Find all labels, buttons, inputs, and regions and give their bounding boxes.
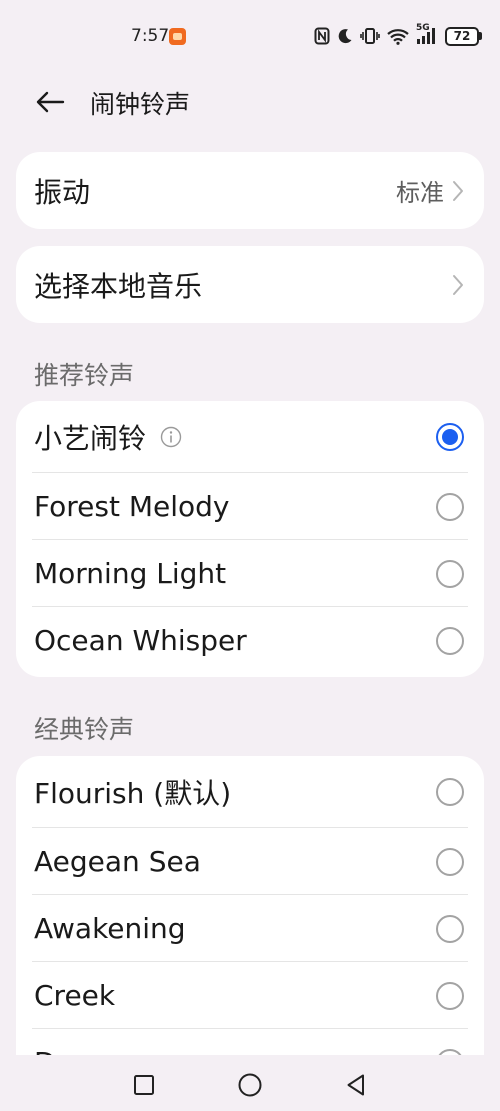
ringtone-item-ocean-whisper[interactable]: Ocean Whisper bbox=[16, 607, 484, 674]
status-time: 7:57 bbox=[131, 26, 170, 46]
ringtone-label: 小艺闹铃 bbox=[34, 422, 147, 455]
screen: 7:57 5G 72 闹钟铃声 振动 标准 选择本地音乐 推荐铃声 小艺闹铃 F… bbox=[0, 0, 500, 1111]
radio-selected[interactable] bbox=[436, 423, 464, 451]
recommended-list: 小艺闹铃 Forest Melody Morning Light Ocean W… bbox=[16, 401, 484, 677]
ringtone-item-aegean-sea[interactable]: Aegean Sea bbox=[16, 828, 484, 895]
ringtone-item-forest-melody[interactable]: Forest Melody bbox=[16, 473, 484, 540]
battery-level: 72 bbox=[445, 26, 479, 46]
battery-icon: 72 bbox=[445, 26, 482, 46]
classic-section-title: 经典铃声 bbox=[34, 715, 135, 744]
local-music-label: 选择本地音乐 bbox=[34, 269, 203, 303]
ringtone-label: Aegean Sea bbox=[34, 845, 201, 878]
vibration-card[interactable]: 振动 标准 bbox=[16, 152, 484, 229]
radio-unselected[interactable] bbox=[436, 981, 464, 1010]
navigation-bar bbox=[0, 1055, 500, 1111]
back-nav-button[interactable] bbox=[342, 1071, 370, 1099]
vibrate-icon bbox=[360, 27, 380, 45]
recents-button[interactable] bbox=[130, 1071, 158, 1099]
chevron-right-icon bbox=[453, 180, 463, 201]
vibration-row[interactable]: 振动 标准 bbox=[16, 152, 484, 229]
status-icons: 5G 72 bbox=[314, 23, 482, 47]
page-title: 闹钟铃声 bbox=[90, 90, 191, 119]
recommended-section-title: 推荐铃声 bbox=[34, 361, 135, 390]
radio-unselected[interactable] bbox=[436, 914, 464, 943]
radio-unselected[interactable] bbox=[436, 559, 464, 588]
local-music-card[interactable]: 选择本地音乐 bbox=[16, 246, 484, 323]
triangle-back-icon bbox=[347, 1074, 364, 1096]
radio-unselected[interactable] bbox=[436, 847, 464, 876]
ringtone-item-morning-light[interactable]: Morning Light bbox=[16, 540, 484, 607]
wifi-icon bbox=[387, 28, 409, 45]
nfc-icon bbox=[314, 27, 330, 45]
classic-list: Flourish (默认) Aegean Sea Awakening Creek… bbox=[16, 756, 484, 1066]
back-arrow-icon bbox=[36, 91, 65, 113]
signal-5g-icon: 5G bbox=[416, 23, 438, 45]
ringtone-label: Morning Light bbox=[34, 557, 227, 590]
app-notification-icon bbox=[169, 28, 186, 45]
ringtone-item-xiaoyi[interactable]: 小艺闹铃 bbox=[16, 401, 484, 473]
ringtone-label: Ocean Whisper bbox=[34, 624, 247, 657]
radio-unselected[interactable] bbox=[436, 626, 464, 655]
local-music-row[interactable]: 选择本地音乐 bbox=[16, 246, 484, 323]
ringtone-item-awakening[interactable]: Awakening bbox=[16, 895, 484, 962]
home-button[interactable] bbox=[236, 1071, 264, 1099]
back-button[interactable] bbox=[30, 84, 70, 120]
status-bar: 7:57 5G 72 bbox=[0, 0, 500, 76]
moon-icon bbox=[337, 28, 353, 45]
ringtone-label: Forest Melody bbox=[34, 490, 230, 523]
vibration-label: 振动 bbox=[34, 175, 91, 209]
radio-unselected[interactable] bbox=[436, 778, 464, 806]
square-icon bbox=[134, 1075, 154, 1095]
ringtone-label: Flourish (默认) bbox=[34, 777, 232, 810]
network-label: 5G bbox=[416, 23, 430, 33]
radio-unselected[interactable] bbox=[436, 492, 464, 521]
info-icon[interactable] bbox=[160, 426, 182, 448]
ringtone-label: Creek bbox=[34, 979, 116, 1012]
header: 闹钟铃声 bbox=[0, 78, 500, 126]
ringtone-label: Awakening bbox=[34, 912, 186, 945]
ringtone-item-creek[interactable]: Creek bbox=[16, 962, 484, 1029]
ringtone-item-flourish[interactable]: Flourish (默认) bbox=[16, 756, 484, 828]
chevron-right-icon bbox=[453, 274, 463, 295]
circle-icon bbox=[238, 1073, 262, 1097]
vibration-value: 标准 bbox=[396, 179, 444, 207]
